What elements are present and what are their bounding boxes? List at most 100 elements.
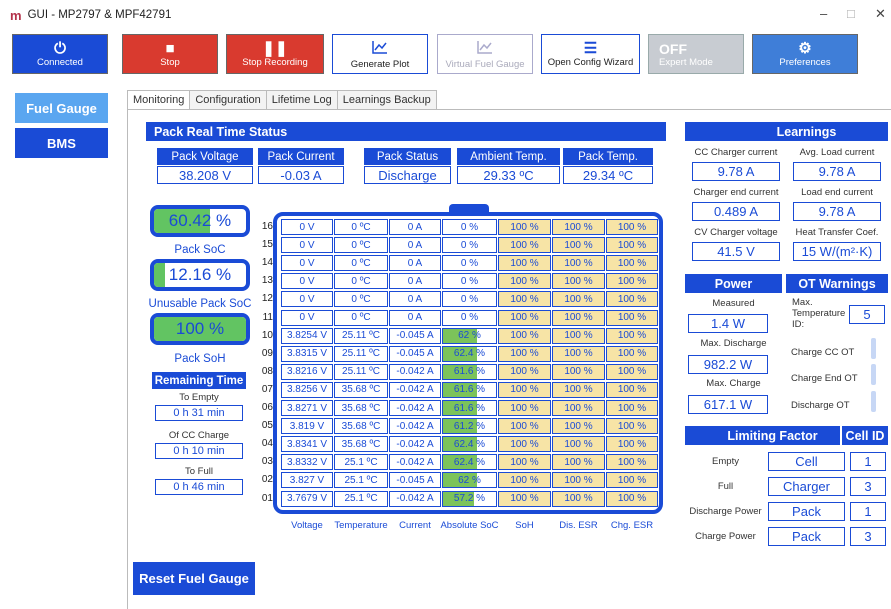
cell-value: 0 % (442, 309, 497, 326)
cell-value-text: 0 V (299, 257, 315, 269)
cell-value: 0 ºC (334, 273, 388, 290)
cell-value-text: 35.68 ºC (341, 384, 381, 396)
to-empty-value: 0 h 31 min (155, 405, 243, 421)
limiting-factor-value: Cell (768, 452, 845, 471)
preferences-button[interactable]: ⚙ Preferences (752, 34, 858, 74)
expert-mode-button[interactable]: OFF Expert Mode (648, 34, 744, 74)
pack-soc-label: Pack SoC (174, 244, 226, 256)
cell-value-text: -0.042 A (396, 366, 434, 378)
cell-value-text: 35.68 ºC (341, 438, 381, 450)
cell-value-text: 0 ºC (351, 275, 371, 287)
connected-button[interactable]: ⏻ Connected (12, 34, 108, 74)
maximize-button[interactable]: □ (847, 6, 855, 21)
cell-value-text: 100 % (564, 330, 593, 342)
learning-value: 9.78 A (692, 162, 780, 181)
cell-value: 100 % (552, 219, 605, 235)
sidebar-item-fuel-gauge[interactable]: Fuel Gauge (15, 93, 108, 123)
to-empty-label: To Empty (179, 392, 219, 403)
cell-value-text: 100 % (617, 312, 647, 323)
cell-value: 61.6 % (442, 381, 497, 398)
cell-value: 100 % (606, 255, 658, 272)
cell-value-text: 0 V (299, 239, 315, 251)
cell-row-id: 08 (261, 365, 273, 377)
cell-value-text: 100 % (510, 257, 539, 269)
cell-value-text: 100 % (510, 330, 539, 342)
of-cc-charge-label: Of CC Charge (168, 430, 230, 441)
cell-value-text: 100 % (510, 493, 539, 504)
cell-value: -0.042 A (389, 381, 441, 398)
cell-value-text: 25.11 ºC (342, 330, 380, 342)
learnings-header: Learnings (685, 122, 888, 141)
cell-value-text: 100 % (564, 474, 593, 486)
cell-value: 62.4 % (442, 345, 497, 362)
tab-learnings-backup[interactable]: Learnings Backup (336, 90, 437, 110)
cell-value-text: 61.2 % (453, 420, 486, 432)
cell-value: 0 A (389, 219, 441, 235)
cell-value-text: 100 % (564, 239, 593, 251)
learning-value: 41.5 V (692, 242, 780, 261)
max-temperature-id-label: Max. Temperature ID: (792, 297, 846, 330)
tab-configuration[interactable]: Configuration (189, 90, 267, 110)
cell-value: 25.1 ºC (334, 472, 388, 489)
cell-value-text: -0.045 A (396, 474, 434, 486)
cell-value: -0.042 A (389, 400, 441, 416)
cell-value: 0 V (281, 309, 333, 326)
cell-value-text: 100 % (617, 456, 647, 468)
stop-button[interactable]: ■ Stop (122, 34, 218, 74)
virtual-fuel-gauge-button[interactable]: Virtual Fuel Gauge (437, 34, 533, 74)
cell-value-text: 0 V (299, 221, 315, 233)
cell-value: 0 % (442, 291, 497, 308)
cell-value-text: 61.6 % (453, 366, 486, 378)
cell-value-text: 100 % (617, 257, 647, 269)
learning-label: Charger end current (693, 187, 779, 198)
ot-warnings-header: OT Warnings (786, 274, 888, 293)
close-button[interactable]: ✕ (875, 6, 886, 22)
cell-value-text: 3.8271 V (286, 402, 328, 414)
measured-label: Measured (712, 298, 755, 309)
cell-value: 100 % (606, 309, 658, 326)
learning-value: 0.489 A (692, 202, 780, 221)
learning-label: Load end current (801, 187, 873, 198)
cell-value-text: 100 % (564, 456, 593, 468)
cell-value-text: 100 % (564, 312, 593, 323)
tab-lifetime-log[interactable]: Lifetime Log (265, 90, 338, 110)
cell-value: -0.042 A (389, 436, 441, 453)
cell-value: 0 A (389, 291, 441, 308)
cell-value: 100 % (606, 490, 658, 507)
cell-value-text: 3.8315 V (286, 348, 328, 360)
limiting-cell-id: 1 (850, 502, 886, 521)
cell-value-text: 0 % (460, 293, 479, 305)
stop-label: Stop (160, 56, 180, 68)
cell-value-text: 100 % (564, 221, 593, 233)
limiting-factor-value: Pack (768, 502, 845, 521)
open-config-wizard-button[interactable]: ☰ Open Config Wizard (541, 34, 640, 74)
cell-value: 0 A (389, 309, 441, 326)
cell-value: 100 % (606, 400, 658, 416)
generate-plot-button[interactable]: Generate Plot (332, 34, 428, 74)
tab-monitoring[interactable]: Monitoring (127, 90, 191, 110)
stop-recording-button[interactable]: ❚❚ Stop Recording (226, 34, 324, 74)
cell-value: 25.11 ºC (334, 327, 388, 344)
cell-value: 61.2 % (442, 418, 497, 435)
pack-soh-label: Pack SoH (174, 353, 226, 365)
stop-icon: ■ (165, 39, 175, 57)
cell-value-text: 3.827 V (289, 474, 325, 486)
of-cc-charge-value: 0 h 10 min (155, 443, 243, 459)
cell-value: 25.1 ºC (334, 490, 388, 507)
cell-value-text: 100 % (564, 257, 593, 269)
cell-value-text: 35.68 ºC (341, 402, 381, 414)
cell-value: 62 % (442, 327, 497, 344)
sidebar-item-bms[interactable]: BMS (15, 128, 108, 158)
cell-value: 3.8315 V (281, 345, 333, 362)
cell-value-text: 100 % (564, 348, 593, 360)
minimize-button[interactable]: – (820, 6, 827, 21)
title-bar: m GUI - MP2797 & MPF42791 (0, 0, 891, 30)
cell-value: 0 % (442, 273, 497, 290)
pack-field-value: 38.208 V (157, 166, 253, 184)
cell-value-text: 100 % (510, 221, 539, 233)
cell-value: 25.11 ºC (334, 363, 388, 380)
cell-row-id: 09 (261, 347, 273, 359)
reset-fuel-gauge-button[interactable]: Reset Fuel Gauge (133, 562, 255, 595)
cell-value-text: 100 % (617, 366, 647, 378)
cell-value-text: 100 % (564, 493, 593, 504)
